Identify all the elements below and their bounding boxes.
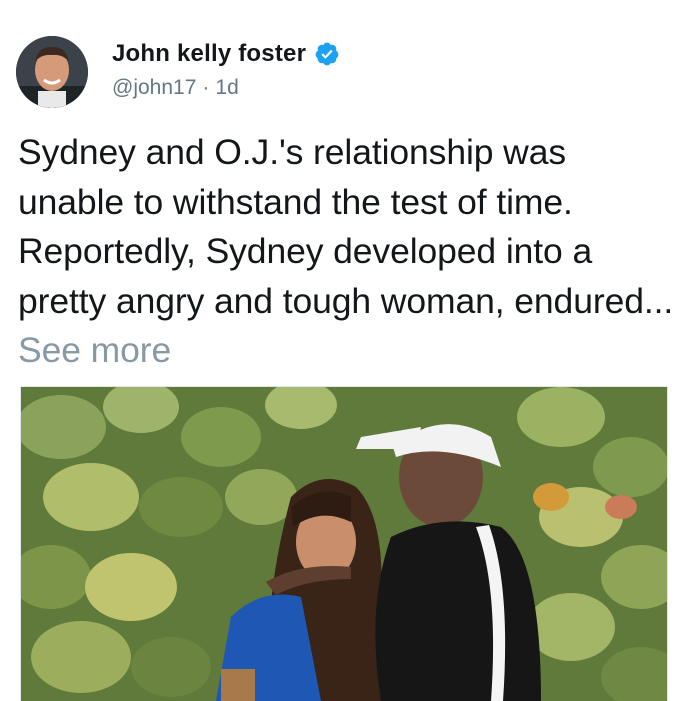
author-handle[interactable]: @john17: [112, 76, 196, 100]
meta-separator: ·: [202, 76, 210, 99]
tweet-header: John kelly foster @john17 · 1d: [16, 36, 684, 112]
avatar-photo: [16, 36, 88, 108]
see-more-link[interactable]: See more: [18, 330, 171, 370]
author-name[interactable]: John kelly foster: [112, 40, 306, 68]
tweet-body: Sydney and O.J.'s relationship was unabl…: [18, 132, 674, 321]
verified-badge-icon: [314, 41, 340, 67]
photo-couple-in-foliage: [21, 387, 667, 701]
tweet-media-image[interactable]: [20, 386, 668, 701]
tweet-meta: @john17 · 1d: [112, 76, 239, 100]
avatar[interactable]: [16, 36, 88, 108]
tweet-timestamp[interactable]: 1d: [215, 76, 238, 100]
author-row: John kelly foster: [112, 40, 340, 68]
tweet-text: Sydney and O.J.'s relationship was unabl…: [18, 128, 678, 376]
